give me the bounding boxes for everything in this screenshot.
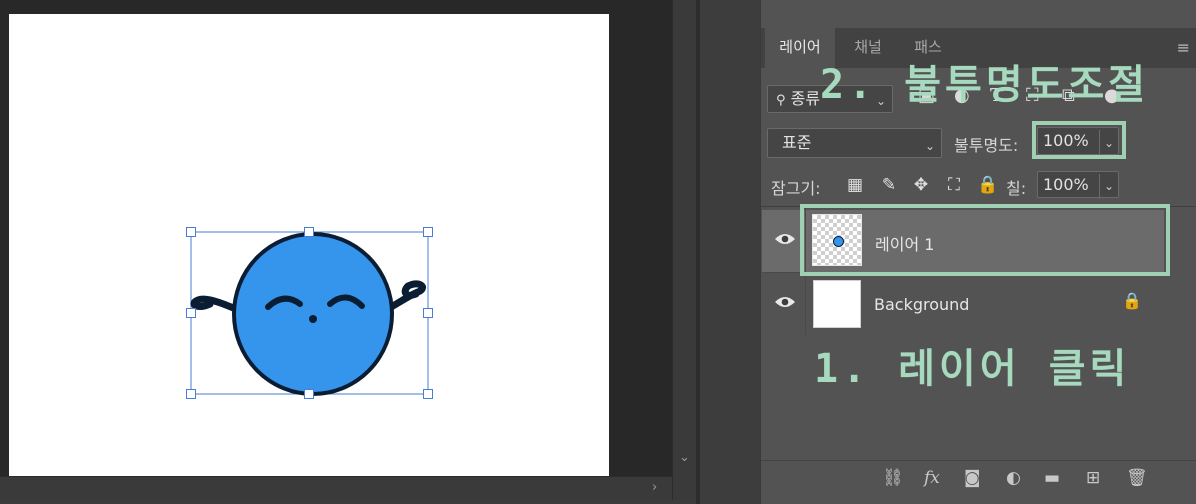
- transform-handle[interactable]: [423, 308, 433, 318]
- scroll-right-icon[interactable]: ›: [652, 480, 657, 495]
- vertical-scrollbar[interactable]: ⌄: [672, 0, 697, 500]
- transform-handle[interactable]: [423, 227, 433, 237]
- link-icon[interactable]: ⛓: [882, 468, 904, 488]
- lock-transparent-pixels-icon[interactable]: ▦: [845, 175, 865, 195]
- lock-label: 잠그기:: [771, 179, 821, 198]
- layer-row-background[interactable]: Background 🔒: [762, 272, 1164, 335]
- lock-artboard-icon[interactable]: ⛶: [944, 175, 964, 195]
- chevron-down-icon: ⌄: [924, 139, 935, 153]
- fill-label: 칠:: [1006, 179, 1027, 198]
- new-layer-icon[interactable]: ⊞: [1086, 468, 1100, 488]
- chevron-down-icon[interactable]: ⌄: [1098, 174, 1114, 199]
- layer-name[interactable]: Background: [874, 295, 969, 314]
- step2-annotation: 2. 불투명도조절: [820, 62, 1150, 108]
- transform-handle[interactable]: [186, 389, 196, 399]
- eye-icon[interactable]: [774, 232, 796, 246]
- adjustment-icon[interactable]: ◐: [1006, 468, 1021, 488]
- opacity-label: 불투명도:: [954, 136, 1019, 155]
- layer-thumbnail: [813, 280, 861, 328]
- transform-handle[interactable]: [304, 227, 314, 237]
- lock-position-icon[interactable]: ✥: [911, 175, 931, 195]
- transform-handle[interactable]: [186, 308, 196, 318]
- opacity-highlight-box: [1032, 121, 1126, 159]
- fx-icon[interactable]: fx: [924, 468, 940, 488]
- lock-all-icon[interactable]: 🔒: [977, 175, 998, 195]
- lock-icon: 🔒: [1122, 291, 1142, 310]
- transform-handle[interactable]: [304, 389, 314, 399]
- folder-icon[interactable]: ▬: [1044, 468, 1060, 488]
- eye-icon[interactable]: [774, 295, 796, 309]
- step1-annotation: 1. 레이어 클릭: [814, 346, 1131, 392]
- transform-handle[interactable]: [186, 227, 196, 237]
- lock-image-pixels-icon[interactable]: ✎: [879, 175, 899, 195]
- fill-value[interactable]: 100%: [1043, 175, 1089, 194]
- layer-highlight-box: [800, 204, 1170, 276]
- filter-kind-label: 종류: [790, 89, 821, 108]
- transform-handle[interactable]: [423, 389, 433, 399]
- fill-input[interactable]: 100% ⌄: [1037, 171, 1119, 199]
- panel-menu-icon[interactable]: ≡: [1177, 38, 1190, 57]
- horizontal-scrollbar[interactable]: ›: [0, 476, 672, 501]
- search-icon: ⚲: [776, 93, 786, 108]
- trash-icon[interactable]: 🗑: [1126, 468, 1148, 488]
- blend-mode-value: 표준: [782, 133, 812, 152]
- mask-icon[interactable]: ◙: [964, 468, 981, 488]
- layer-artwork[interactable]: [180, 222, 440, 407]
- blend-mode-dropdown[interactable]: 표준 ⌄: [767, 128, 942, 158]
- scroll-down-icon[interactable]: ⌄: [679, 450, 690, 465]
